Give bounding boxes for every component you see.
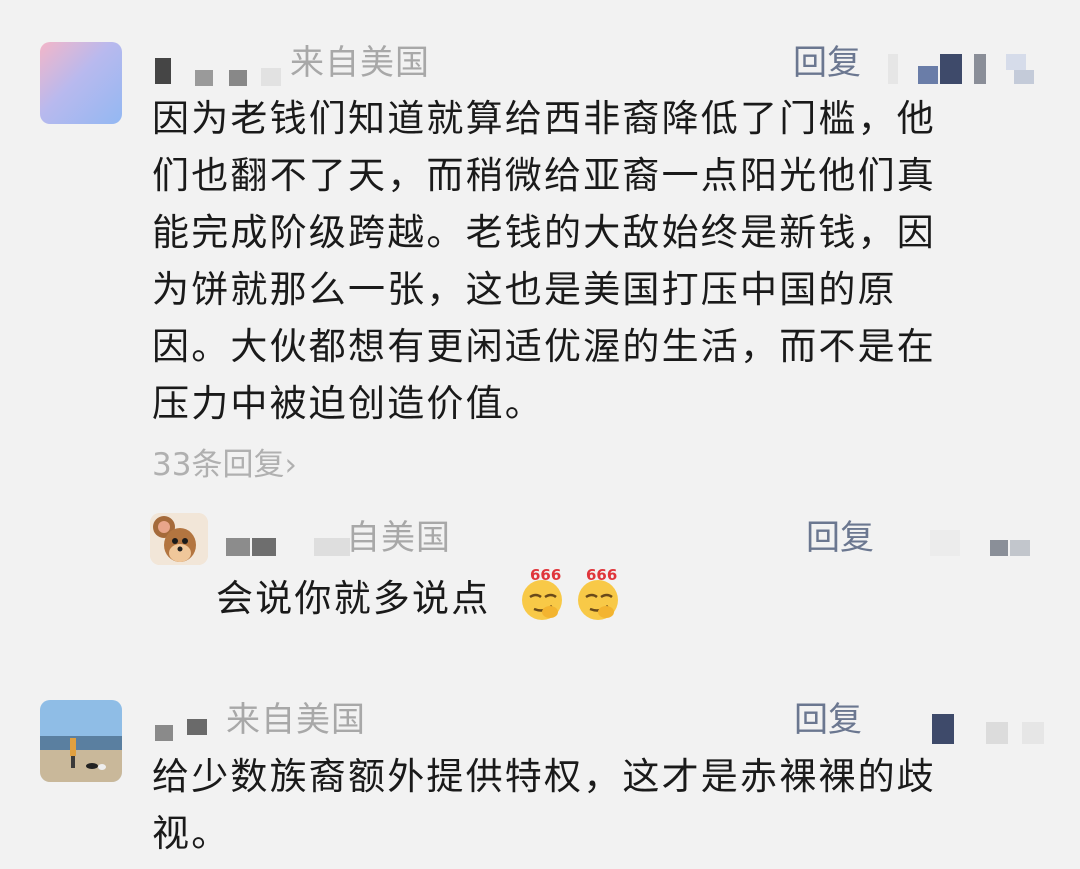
sub-reply-text: 会说你就多说点: [216, 577, 491, 620]
chevron-right-icon: ›: [284, 447, 297, 483]
reply-button[interactable]: 回复: [794, 700, 862, 740]
like-count-blurred: [906, 700, 1056, 750]
beach-photo-icon: [40, 700, 122, 782]
like-count-blurred: [888, 48, 1048, 88]
comment-line: 压力中被迫创造价值。: [152, 382, 544, 425]
comment-line: 给少数族裔额外提供特权，这才是赤裸裸的歧: [152, 755, 936, 798]
comment-line: 因为老钱们知道就算给西非裔降低了门槛，他: [152, 97, 936, 140]
username-blurred[interactable]: [226, 522, 356, 562]
comment-text: 给少数族裔额外提供特权，这才是赤裸裸的歧 视。: [152, 748, 1012, 862]
username-blurred[interactable]: [155, 705, 225, 745]
emoji-badge: 666: [530, 566, 562, 584]
comment-location: 来自美国: [290, 43, 430, 83]
smirk-666-emoji-icon: 666: [516, 566, 568, 622]
avatar[interactable]: [150, 513, 208, 565]
smirk-666-emoji-icon: 666: [572, 566, 624, 622]
reply-count-link[interactable]: 33条回复›: [152, 445, 297, 485]
comment-line: 能完成阶级跨越。老钱的大敌始终是新钱，因: [152, 211, 936, 254]
comment-line: 因。大伙都想有更闲适优渥的生活，而不是在: [152, 325, 936, 368]
username-blurred[interactable]: [155, 52, 285, 92]
comment-line: 视。: [152, 812, 231, 855]
avatar[interactable]: [40, 700, 122, 782]
comment-line: 们也翻不了天，而稍微给亚裔一点阳光他们真: [152, 154, 936, 197]
reply-count-label: 33条回复: [152, 447, 285, 483]
comment-location: 来自美国: [226, 700, 366, 740]
comment-line: 为饼就那么一张，这也是美国打压中国的原: [152, 268, 897, 311]
like-count-blurred: [930, 522, 1050, 562]
reply-button[interactable]: 回复: [806, 518, 874, 558]
sub-reply-text-row: 会说你就多说点 666 666: [216, 566, 676, 630]
jerry-avatar-icon: [150, 513, 208, 565]
emoji-badge: 666: [586, 566, 618, 584]
comment-text: 因为老钱们知道就算给西非裔降低了门槛，他 们也翻不了天，而稍微给亚裔一点阳光他们…: [152, 90, 1012, 432]
sub-reply-location: 自美国: [346, 518, 451, 558]
avatar[interactable]: [40, 42, 122, 124]
reply-button[interactable]: 回复: [793, 43, 861, 83]
